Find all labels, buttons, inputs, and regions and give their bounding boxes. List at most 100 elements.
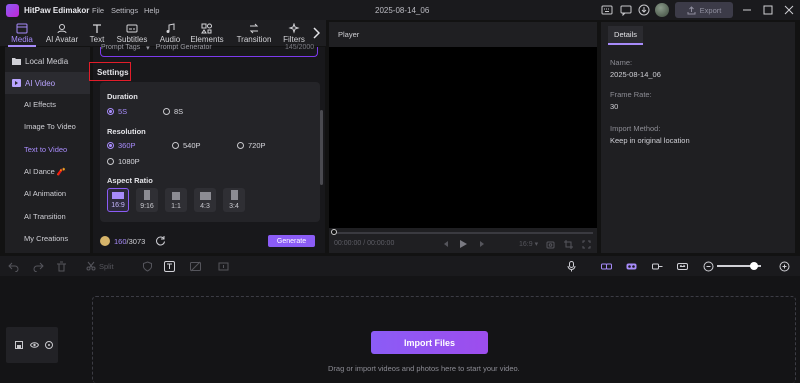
dropdown-icon: ▾ (146, 45, 150, 52)
media-sidebar: Local Media AI Video AI Effects Image To… (5, 47, 90, 253)
tab-details[interactable]: Details (608, 26, 643, 45)
feedback-icon[interactable] (620, 4, 632, 16)
resolution-label: Resolution (107, 127, 146, 136)
playback-time: 00:00:00 / 00:00:00 (334, 240, 395, 247)
playback-progress[interactable] (333, 232, 593, 234)
playhead-handle[interactable] (331, 229, 337, 235)
panel-scrollbar[interactable] (320, 110, 323, 185)
link-icon[interactable] (601, 261, 612, 272)
transition-icon (249, 23, 259, 34)
tab-filters[interactable]: Filters (282, 21, 306, 46)
sidebar-item-local-media[interactable]: Local Media (5, 50, 90, 72)
sidebar-item-ai-effects[interactable]: AI Effects (5, 93, 90, 115)
radio-selected-icon (107, 142, 114, 149)
menu-settings[interactable]: Settings (111, 6, 138, 15)
menu-help[interactable]: Help (144, 6, 159, 15)
freeze-frame-icon[interactable] (218, 261, 229, 272)
settings-card: Duration 5S 8S Resolution 360P 540P 720P… (100, 82, 320, 222)
save-icon[interactable] (15, 341, 23, 349)
tab-ai-avatar[interactable]: AI Avatar (43, 21, 81, 46)
filters-icon (288, 23, 300, 34)
detail-value-name: 2025-08-14_06 (610, 70, 661, 79)
elements-icon (201, 23, 212, 34)
no-subtitle-icon[interactable] (190, 261, 201, 272)
delete-icon[interactable] (56, 261, 67, 272)
export-button[interactable]: Export (675, 2, 733, 18)
generate-button[interactable]: Generate (268, 235, 315, 247)
minimize-icon[interactable] (741, 4, 753, 16)
fit-timeline-icon[interactable] (677, 261, 688, 272)
close-icon[interactable] (783, 4, 795, 16)
sidebar-item-image-to-video[interactable]: Image To Video (5, 115, 90, 137)
tab-text[interactable]: Text (88, 21, 106, 46)
fullscreen-icon[interactable] (582, 240, 591, 249)
redo-icon[interactable] (33, 261, 44, 272)
aspect-option-9-16[interactable]: 9:16 (136, 188, 158, 212)
aspect-selector[interactable]: 16:9 ▾ (519, 240, 538, 248)
tab-transition[interactable]: Transition (236, 21, 272, 46)
aspect-option-1-1[interactable]: 1:1 (165, 188, 187, 212)
video-preview[interactable] (329, 47, 597, 228)
refresh-icon[interactable] (155, 235, 166, 246)
magnet-icon[interactable] (626, 261, 637, 272)
prompt-generator-button[interactable]: Prompt Generator (156, 44, 212, 52)
audio-icon (166, 23, 175, 33)
duration-option-5s[interactable]: 5S (107, 107, 127, 116)
undo-icon[interactable] (8, 261, 19, 272)
sidebar-item-ai-dance[interactable]: AI Dance 🧨 (5, 160, 90, 182)
coin-icon (100, 236, 110, 246)
text-frame-icon[interactable] (164, 261, 175, 272)
detail-value-import-method: Keep in original location (610, 136, 690, 145)
download-icon[interactable] (638, 4, 650, 16)
aspect-option-16-9[interactable]: 16:9 (107, 188, 129, 212)
resolution-option-720p[interactable]: 720P (237, 141, 266, 150)
sidebar-item-ai-video[interactable]: AI Video (5, 72, 90, 94)
lock-icon[interactable] (45, 341, 53, 349)
track-snap-icon[interactable] (652, 261, 663, 272)
folder-icon (12, 58, 21, 65)
duration-option-8s[interactable]: 8S (163, 107, 183, 116)
duration-label: Duration (107, 92, 138, 101)
sidebar-item-text-to-video[interactable]: Text to Video (5, 138, 90, 160)
sidebar-item-ai-animation[interactable]: AI Animation (5, 182, 90, 204)
keyboard-icon[interactable] (601, 4, 613, 16)
microphone-icon[interactable] (566, 261, 577, 272)
aspect-option-4-3[interactable]: 4:3 (194, 188, 216, 212)
aspect-option-3-4[interactable]: 3:4 (223, 188, 245, 212)
settings-title: Settings (97, 68, 129, 77)
zoom-in-icon[interactable] (779, 261, 790, 272)
radio-icon (107, 158, 114, 165)
radio-icon (163, 108, 170, 115)
crop-icon[interactable] (564, 240, 573, 249)
resolution-option-360p[interactable]: 360P (107, 141, 136, 150)
next-frame-icon[interactable] (478, 240, 486, 248)
previous-frame-icon[interactable] (442, 240, 450, 248)
tab-elements[interactable]: Elements (189, 21, 225, 46)
drag-hint: Drag or import videos and photos here to… (328, 364, 520, 373)
prompt-char-count: 145/2000 (285, 44, 315, 51)
chevron-right-icon[interactable] (312, 27, 320, 39)
tab-media[interactable]: Media (8, 21, 36, 47)
snapshot-icon[interactable] (546, 240, 555, 249)
media-icon (16, 23, 28, 34)
split-button[interactable]: Split (86, 261, 114, 271)
user-avatar[interactable] (655, 3, 669, 17)
zoom-out-icon[interactable] (703, 261, 714, 272)
avatar-icon (57, 24, 67, 34)
tab-subtitles[interactable]: Subtitles (115, 21, 149, 46)
app-name: HitPaw Edimakor (24, 6, 90, 15)
shield-icon[interactable] (142, 261, 153, 272)
export-icon (687, 5, 696, 14)
import-files-button[interactable]: Import Files (371, 331, 488, 354)
tab-audio[interactable]: Audio (157, 21, 183, 46)
detail-key-import-method: Import Method: (610, 124, 661, 133)
sidebar-item-my-creations[interactable]: My Creations (5, 227, 90, 249)
resolution-option-540p[interactable]: 540P (172, 141, 201, 150)
menu-file[interactable]: File (92, 6, 104, 15)
play-icon[interactable] (459, 239, 468, 249)
resolution-option-1080p[interactable]: 1080P (107, 157, 140, 166)
eye-icon[interactable] (30, 341, 39, 349)
prompt-tags-button[interactable]: Prompt Tags (101, 44, 140, 52)
sidebar-item-ai-transition[interactable]: AI Transition (5, 205, 90, 227)
maximize-icon[interactable] (762, 4, 774, 16)
